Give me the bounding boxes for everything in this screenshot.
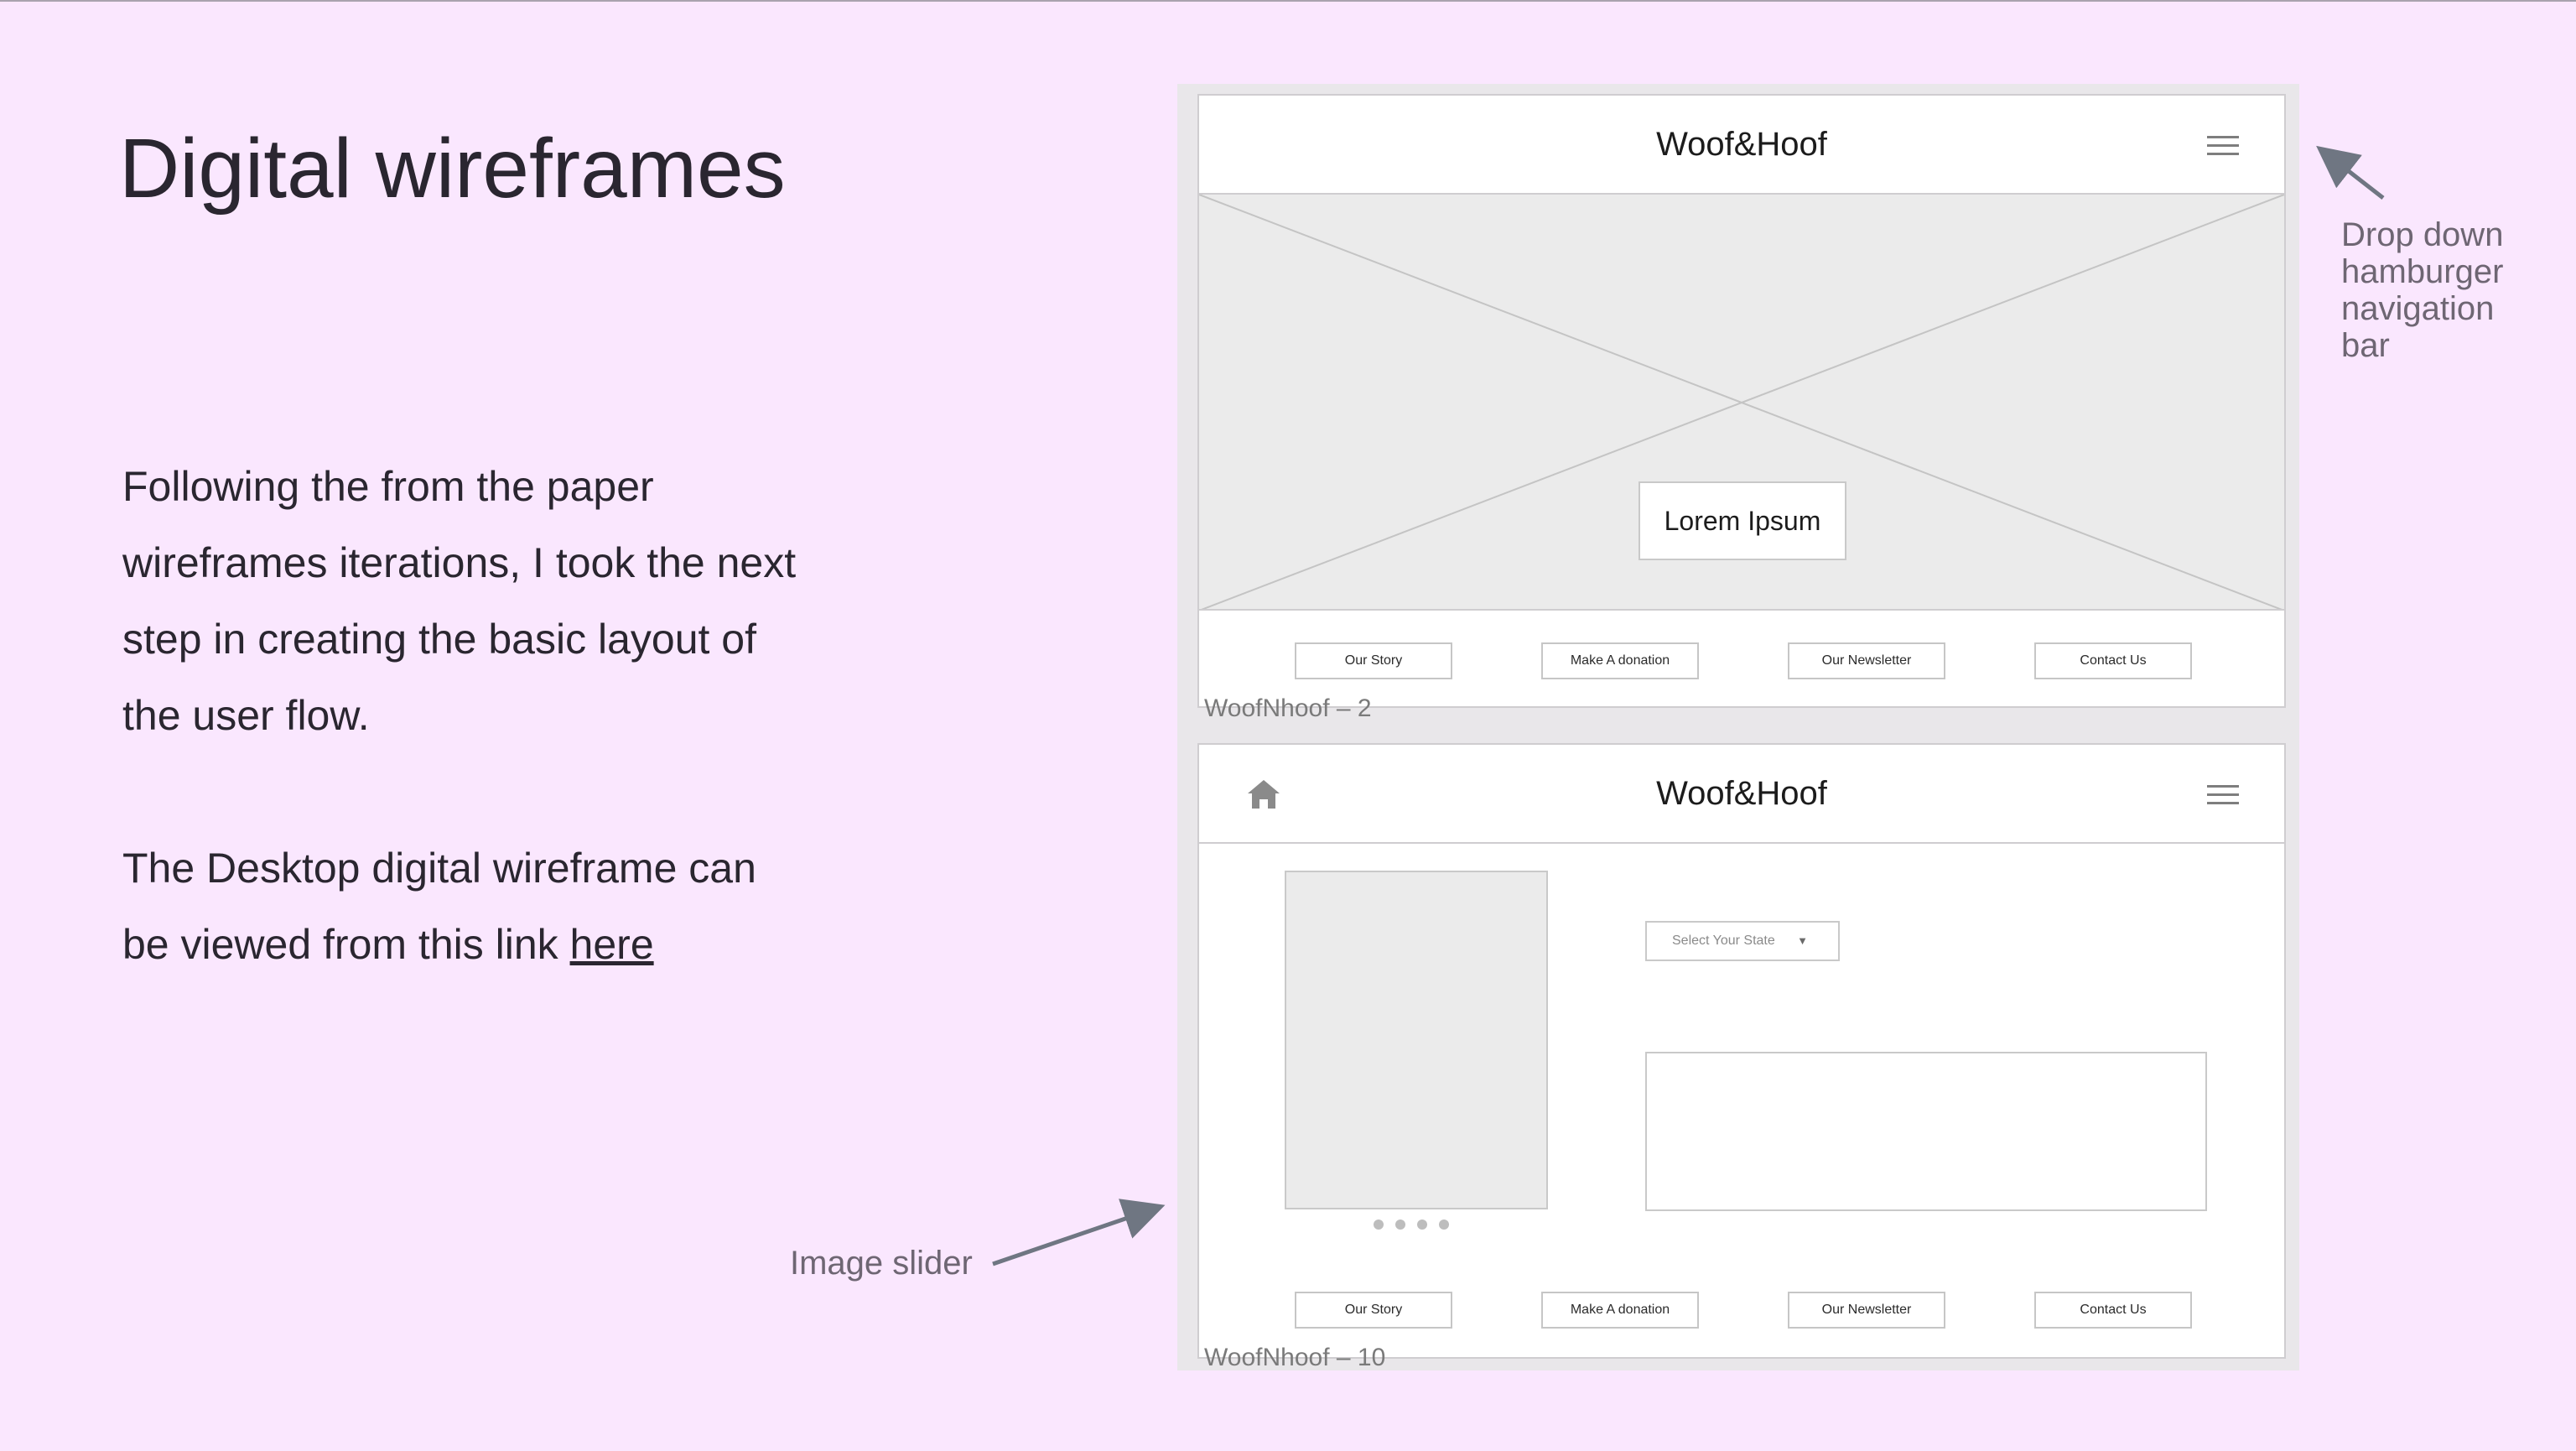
state-select-value: Select Your State: [1672, 934, 1775, 948]
footer-contact-button[interactable]: Contact Us: [2034, 642, 2192, 679]
footer-newsletter-button[interactable]: Our Newsletter: [1788, 1292, 1945, 1329]
slider-dot[interactable]: [1439, 1220, 1449, 1230]
hamburger-icon[interactable]: [2207, 785, 2239, 805]
wireframe-link[interactable]: here: [570, 921, 654, 968]
annotation-line: Drop down: [2341, 216, 2504, 253]
footer-donation-button[interactable]: Make A donation: [1541, 1292, 1699, 1329]
annotation-image-slider: Image slider: [790, 1245, 973, 1282]
slider-dot[interactable]: [1374, 1220, 1384, 1230]
hamburger-icon[interactable]: [2207, 136, 2239, 156]
wireframe-logo: Woof&Hoof: [1656, 775, 1827, 812]
slide-title: Digital wireframes: [119, 122, 786, 216]
footer-nav: Our Story Make A donation Our Newsletter…: [1199, 642, 2284, 681]
footer-our-story-button[interactable]: Our Story: [1295, 642, 1452, 679]
slide-top-border: [0, 0, 2576, 2]
slider-dots: [1374, 1220, 1457, 1231]
slider-dot[interactable]: [1395, 1220, 1405, 1230]
image-slider[interactable]: [1285, 871, 1548, 1209]
frame-label: WoofNhoof – 2: [1204, 694, 1372, 722]
body-paragraph-2-text: The Desktop digital wireframe can be vie…: [122, 845, 756, 968]
footer-our-story-button[interactable]: Our Story: [1295, 1292, 1452, 1329]
body-paragraph-1: Following the from the paper wireframes …: [122, 463, 797, 739]
slide-body-copy: Following the from the paper wireframes …: [122, 449, 810, 983]
frame-label: WoofNhoof – 10: [1204, 1344, 1386, 1371]
wireframe-header: Woof&Hoof: [1199, 96, 2284, 195]
wireframe-header: Woof&Hoof: [1199, 745, 2284, 844]
footer-nav: Our Story Make A donation Our Newsletter…: [1199, 1292, 2284, 1330]
annotation-line: bar: [2341, 327, 2390, 364]
wireframe-home-page: Woof&Hoof Lorem Ipsum Our Story Make A d…: [1197, 94, 2286, 708]
hero-cta-button[interactable]: Lorem Ipsum: [1639, 481, 1846, 560]
annotation-hamburger-nav: Drop down hamburger navigation bar: [2341, 216, 2503, 364]
caret-down-icon: ▼: [1797, 934, 1808, 947]
footer-donation-button[interactable]: Make A donation: [1541, 642, 1699, 679]
annotation-line: hamburger: [2341, 253, 2504, 290]
slider-dot[interactable]: [1417, 1220, 1427, 1230]
wireframe-detail-page: Woof&Hoof Select Your State ▼ Our Story …: [1197, 743, 2286, 1359]
content-placeholder: [1645, 1052, 2207, 1211]
annotation-line: navigation: [2341, 290, 2495, 327]
body-paragraph-2: The Desktop digital wireframe can be vie…: [122, 830, 810, 983]
wireframe-logo: Woof&Hoof: [1656, 126, 1827, 163]
arrow-icon: [992, 1199, 1166, 1266]
footer-newsletter-button[interactable]: Our Newsletter: [1788, 642, 1945, 679]
footer-contact-button[interactable]: Contact Us: [2034, 1292, 2192, 1329]
arrow-icon: [2316, 145, 2385, 200]
state-select[interactable]: Select Your State ▼: [1645, 921, 1840, 961]
hero-image-placeholder: Lorem Ipsum: [1199, 195, 2284, 611]
